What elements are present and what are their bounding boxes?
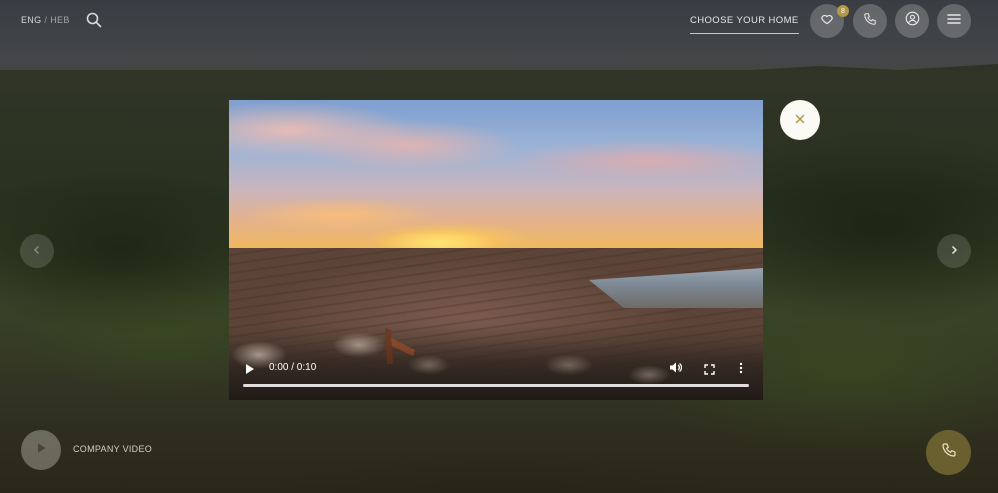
- user-icon: [905, 11, 920, 31]
- lang-separator: /: [44, 15, 48, 25]
- video-play-button[interactable]: [245, 362, 255, 380]
- video-more-options-button[interactable]: [739, 361, 743, 379]
- volume-icon: [669, 361, 683, 378]
- video-time-display: 0:00 / 0:10: [269, 362, 317, 373]
- account-button[interactable]: [895, 4, 929, 38]
- company-video-play-button[interactable]: [21, 430, 61, 470]
- phone-icon: [863, 12, 877, 31]
- site-header: ENG / HEB CHOOSE YOUR HOME 8: [0, 0, 998, 42]
- play-icon: [245, 362, 255, 379]
- video-volume-button[interactable]: [669, 361, 683, 379]
- video-progress-bar[interactable]: [243, 384, 749, 387]
- choose-your-home-link[interactable]: CHOOSE YOUR HOME: [690, 15, 799, 34]
- video-frame-sky: [229, 100, 763, 260]
- search-icon[interactable]: [86, 12, 102, 28]
- menu-icon: [947, 12, 961, 30]
- fullscreen-icon: [704, 362, 715, 379]
- video-player[interactable]: 0:00 / 0:10: [229, 100, 763, 400]
- chevron-right-icon: [949, 242, 959, 260]
- lang-eng[interactable]: ENG: [21, 15, 41, 25]
- play-icon: [35, 441, 47, 459]
- menu-button[interactable]: [937, 4, 971, 38]
- language-switcher: ENG / HEB: [21, 15, 70, 25]
- favorites-count-badge: 8: [837, 5, 849, 17]
- more-vertical-icon: [739, 361, 743, 378]
- chevron-left-icon: [32, 242, 42, 260]
- slider-prev-button[interactable]: [20, 234, 54, 268]
- phone-button[interactable]: [853, 4, 887, 38]
- company-video-label[interactable]: COMPANY VIDEO: [73, 444, 152, 454]
- heart-icon: [820, 12, 834, 31]
- slider-next-button[interactable]: [937, 234, 971, 268]
- lang-heb[interactable]: HEB: [50, 15, 69, 25]
- video-fullscreen-button[interactable]: [704, 362, 715, 380]
- phone-icon: [941, 442, 957, 463]
- close-video-button[interactable]: [780, 100, 820, 140]
- floating-phone-button[interactable]: [926, 430, 971, 475]
- close-icon: [795, 111, 805, 129]
